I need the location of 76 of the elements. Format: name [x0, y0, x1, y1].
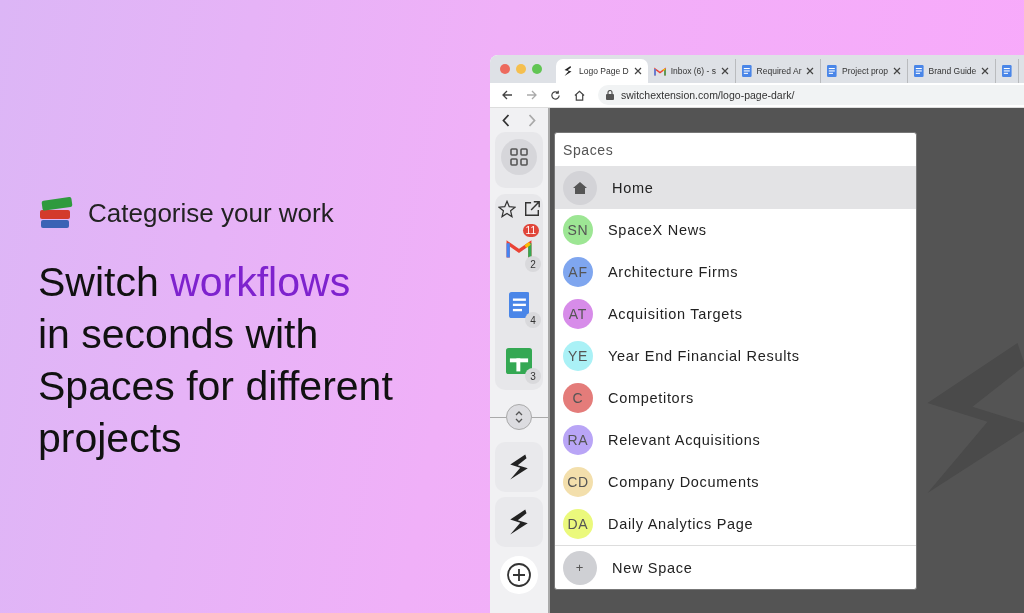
space-avatar: C	[563, 383, 593, 413]
space-avatar: DA	[563, 509, 593, 539]
space-item[interactable]: AF Architecture Firms	[555, 251, 916, 293]
space-item[interactable]: + New Space	[555, 545, 916, 589]
close-tab-icon[interactable]	[633, 67, 642, 75]
space-label: Home	[612, 179, 654, 196]
space-label: New Space	[612, 559, 693, 576]
tab-count: 2	[525, 256, 541, 272]
reload-icon[interactable]	[550, 89, 561, 101]
space-item[interactable]: Home	[555, 166, 916, 209]
address-bar[interactable]: switchextension.com/logo-page-dark/	[598, 85, 1024, 105]
space-avatar: YE	[563, 341, 593, 371]
back-icon[interactable]	[502, 113, 510, 127]
add-button[interactable]	[500, 556, 538, 594]
close-tab-icon[interactable]	[721, 67, 729, 75]
star-icon[interactable]	[497, 200, 516, 218]
app-shortcut[interactable]: 3	[497, 336, 541, 386]
tab-count: 3	[525, 368, 541, 384]
bolt-icon	[562, 65, 574, 77]
apps-button[interactable]	[501, 139, 537, 175]
mail-icon	[653, 66, 666, 76]
app-shortcut[interactable]: 4	[497, 280, 541, 330]
spreadsheet-icon	[506, 348, 532, 374]
tab-count: 4	[525, 312, 541, 328]
document-icon	[827, 65, 838, 77]
space-label: Relevant Acquisitions	[608, 432, 761, 448]
browser-tab[interactable]: Project prop	[821, 59, 908, 83]
space-item[interactable]: CD Company Documents	[555, 461, 916, 503]
space-label: Daily Analytics Page	[608, 516, 754, 532]
close-tab-icon[interactable]	[806, 67, 815, 75]
space-label: Year End Financial Results	[608, 348, 800, 364]
space-item[interactable]: C Competitors	[555, 377, 916, 419]
close-tab-icon[interactable]	[892, 67, 901, 75]
space-item[interactable]: SN SpaceX News	[555, 209, 916, 251]
browser-tab[interactable]: Required Ar	[736, 59, 822, 83]
home-icon	[572, 180, 588, 195]
document-icon	[1002, 65, 1012, 77]
external-link-icon[interactable]	[522, 200, 541, 218]
mail-icon	[506, 239, 532, 259]
space-avatar: AF	[563, 257, 593, 287]
document-icon	[913, 65, 924, 77]
space-avatar: CD	[563, 467, 593, 497]
document-icon	[742, 65, 752, 77]
add-avatar: +	[563, 550, 597, 585]
lock-icon	[606, 90, 614, 100]
space-label: Company Documents	[608, 474, 760, 490]
space-avatar: AT	[563, 299, 593, 329]
up-down-chevron-icon	[514, 410, 524, 424]
workspace-button[interactable]	[495, 442, 543, 492]
menu-title: Spaces	[562, 141, 615, 160]
back-icon[interactable]	[502, 90, 513, 100]
space-item[interactable]: AT Acquisition Targets	[555, 293, 916, 335]
books-icon	[38, 196, 74, 230]
space-item[interactable]: RA Relevant Acquisitions	[555, 419, 916, 461]
space-item[interactable]: YE Year End Financial Results	[555, 335, 916, 377]
browser-tab[interactable]: Brand Guide	[907, 59, 997, 83]
tagline: Categorise your work	[88, 197, 334, 229]
document-icon	[508, 292, 530, 318]
space-label: Architecture Firms	[608, 264, 739, 280]
app-shortcut[interactable]: 11 2	[497, 224, 541, 274]
browser-tab[interactable]: Logo Page D	[556, 59, 648, 83]
close-tab-icon[interactable]	[981, 67, 990, 75]
browser-tab[interactable]: Inbox (6) - s	[647, 59, 736, 83]
space-item[interactable]: DA Daily Analytics Page	[555, 503, 916, 545]
space-label: Acquisition Targets	[608, 306, 743, 322]
url-text: switchextension.com/logo-page-dark/	[621, 89, 795, 101]
space-avatar: SN	[563, 215, 593, 245]
home-icon[interactable]	[574, 89, 585, 101]
headline: Switch workflows in seconds with Spaces for different projects	[38, 258, 394, 463]
space-label: Competitors	[608, 390, 694, 406]
plus-circle-icon	[506, 562, 532, 588]
grid-icon	[510, 148, 528, 166]
workspace-button[interactable]	[495, 497, 543, 547]
notification-badge: 11	[522, 224, 539, 237]
space-label: SpaceX News	[608, 222, 707, 238]
space-avatar: RA	[563, 425, 593, 455]
